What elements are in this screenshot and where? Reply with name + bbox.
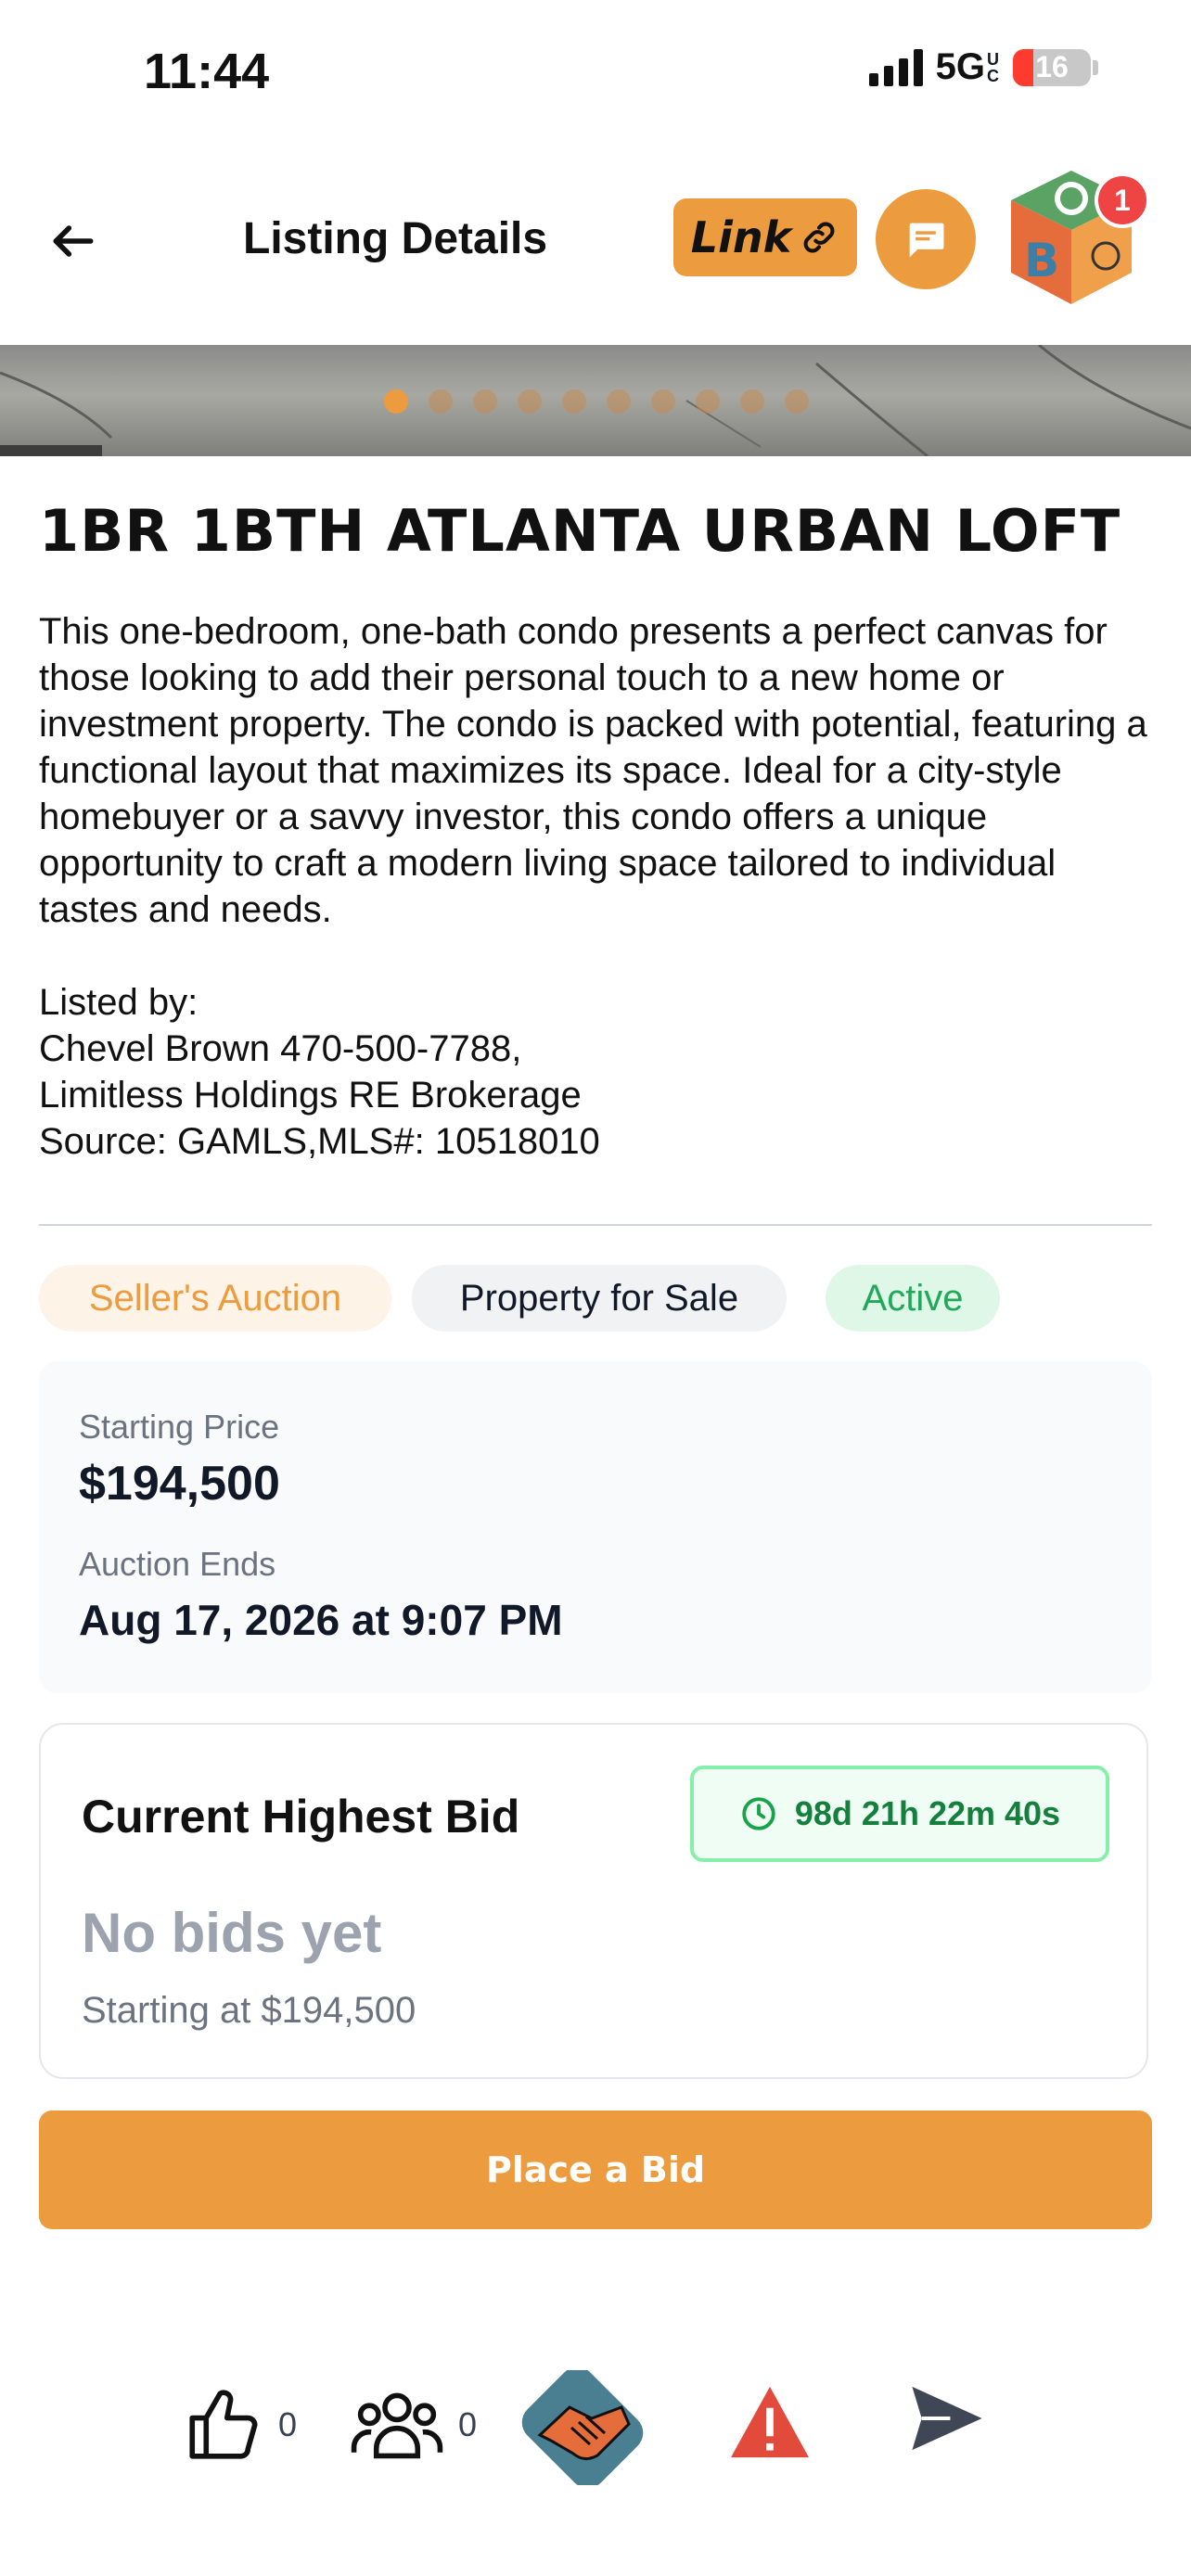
listing-title: 1BR 1BTH ATLANTA URBAN LOFT <box>39 497 1121 565</box>
current-bid-title: Current Highest Bid <box>82 1791 520 1843</box>
message-icon <box>909 223 944 258</box>
chain-link-icon <box>803 222 835 253</box>
auction-type-tag: Seller's Auction <box>39 1265 391 1332</box>
handshake-icon <box>521 2370 644 2485</box>
gallery-dot[interactable] <box>518 389 542 414</box>
svg-text:B: B <box>1024 234 1059 287</box>
battery-icon: 16 <box>1013 48 1091 86</box>
arrow-left-icon <box>53 225 94 257</box>
auction-ends-label: Auction Ends <box>79 1545 276 1583</box>
status-badge: Active <box>826 1265 1000 1332</box>
thumbs-up-icon <box>189 2390 258 2459</box>
gallery-dot[interactable] <box>696 389 720 414</box>
followers-button[interactable]: 0 <box>349 2383 477 2467</box>
gallery-dot[interactable] <box>785 389 809 414</box>
starting-at-text: Starting at $194,500 <box>82 1990 416 2031</box>
gallery-dot[interactable] <box>562 389 586 414</box>
no-bids-text: No bids yet <box>82 1902 382 1964</box>
place-bid-label: Place a Bid <box>485 2149 706 2190</box>
starting-price-value: $194,500 <box>79 1457 280 1511</box>
network-sub-label: UC <box>987 49 999 85</box>
property-type-tag: Property for Sale <box>412 1265 787 1332</box>
send-icon <box>912 2386 982 2451</box>
chat-button[interactable] <box>876 189 976 289</box>
gallery-dot[interactable] <box>607 389 631 414</box>
warning-icon <box>731 2386 809 2458</box>
countdown-timer: 98d 21h 22m 40s <box>690 1766 1109 1862</box>
notification-badge: 1 <box>1095 172 1150 228</box>
network-indicator: 5G UC <box>936 46 1000 88</box>
countdown-text: 98d 21h 22m 40s <box>794 1794 1061 1832</box>
signal-icon <box>868 48 923 86</box>
starting-price-label: Starting Price <box>79 1408 280 1446</box>
clock-icon <box>742 1797 775 1830</box>
followers-count: 0 <box>458 2405 478 2443</box>
gallery-dot[interactable] <box>384 389 408 414</box>
network-label: 5G <box>935 46 985 87</box>
deal-button[interactable] <box>519 2370 646 2485</box>
place-bid-button[interactable]: Place a Bid <box>39 2111 1152 2229</box>
gallery-dot[interactable] <box>473 389 497 414</box>
section-divider <box>39 1224 1152 1226</box>
status-time: 11:44 <box>144 44 270 99</box>
link-button[interactable]: Link <box>673 198 857 276</box>
link-button-label: Link <box>690 212 792 262</box>
status-indicators: 5G UC 16 <box>868 46 1098 88</box>
group-icon <box>351 2392 443 2459</box>
gallery-dot[interactable] <box>651 389 675 414</box>
gallery-dot[interactable] <box>429 389 453 414</box>
battery-level: 16 <box>1035 50 1069 83</box>
like-count: 0 <box>278 2405 298 2443</box>
like-button[interactable]: 0 <box>182 2383 297 2467</box>
auction-ends-value: Aug 17, 2026 at 9:07 PM <box>79 1596 563 1644</box>
back-button[interactable] <box>41 209 106 274</box>
gallery-pagination[interactable] <box>384 389 809 414</box>
page-title: Listing Details <box>243 214 548 263</box>
listing-description: This one-bedroom, one-bath condo present… <box>39 611 1147 1162</box>
gallery-dot[interactable] <box>740 389 764 414</box>
share-button[interactable] <box>909 2383 985 2454</box>
report-button[interactable] <box>727 2383 813 2461</box>
